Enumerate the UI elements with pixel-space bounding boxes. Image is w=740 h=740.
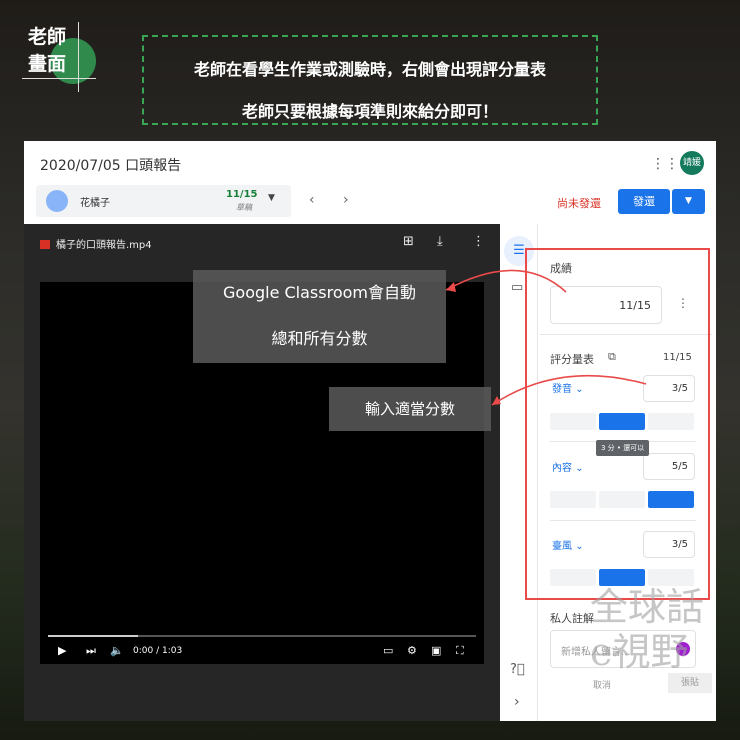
arrowhead bbox=[446, 282, 456, 292]
watermark-logo: 全球話 e視野 bbox=[590, 585, 705, 674]
arrow-to-score bbox=[491, 374, 647, 406]
callout-auto-sum: Google Classroom會自動 總和所有分數 bbox=[193, 270, 446, 363]
arrow-to-grade bbox=[445, 269, 567, 293]
callout-enter-score: 輸入適當分數 bbox=[329, 387, 491, 431]
callout-line: Google Classroom會自動 bbox=[223, 283, 416, 302]
callout-line: 總和所有分數 bbox=[271, 329, 368, 348]
